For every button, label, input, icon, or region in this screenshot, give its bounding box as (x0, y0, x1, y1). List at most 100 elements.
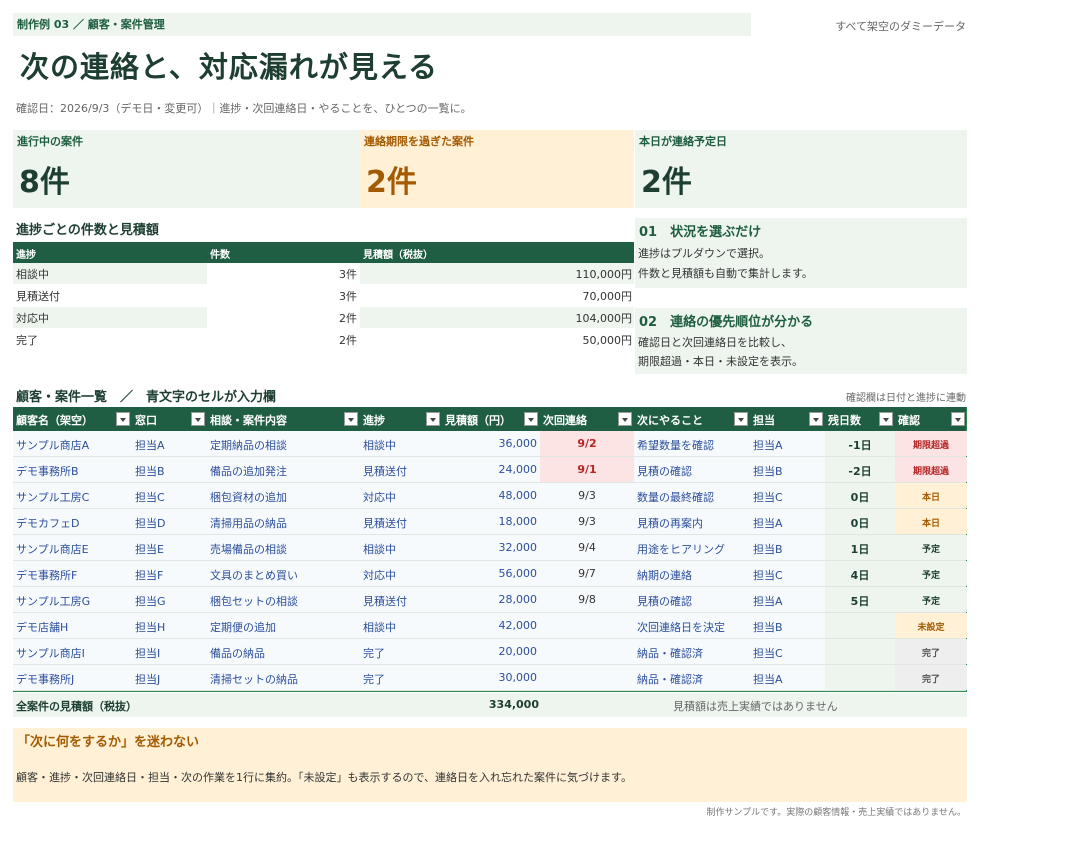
cell-content[interactable]: 定期納品の相談 (207, 431, 360, 456)
cell-check-status[interactable]: 完了 (895, 639, 967, 664)
cell-status[interactable]: 完了 (360, 639, 442, 664)
cell-days-left[interactable]: 1日 (825, 535, 895, 560)
cell-check-status[interactable]: 未設定 (895, 613, 967, 638)
cell-contact[interactable]: 担当G (132, 587, 207, 612)
cell-check-status[interactable]: 予定 (895, 561, 967, 586)
cell-contact[interactable]: 担当D (132, 509, 207, 534)
cell-amount[interactable]: 56,000 (442, 561, 540, 586)
summary-count[interactable]: 3件 (207, 263, 360, 284)
cell-amount[interactable]: 48,000 (442, 483, 540, 508)
table-row[interactable]: デモ店舗H 担当H 定期便の追加 相談中 42,000 次回連絡日を決定 担当B 未設定 (13, 613, 967, 639)
summary-row[interactable]: 完了 2件 50,000円 (13, 329, 634, 351)
cell-todo[interactable]: 用途をヒアリング (634, 535, 750, 560)
cell-next-contact[interactable]: 9/3 (540, 509, 634, 534)
cell-check-status[interactable]: 予定 (895, 535, 967, 560)
cell-todo[interactable]: 納品・確認済 (634, 665, 750, 690)
summary-status[interactable]: 相談中 (13, 263, 207, 284)
cell-check-status[interactable]: 予定 (895, 587, 967, 612)
cell-content[interactable]: 定期便の追加 (207, 613, 360, 638)
cell-days-left[interactable]: 0日 (825, 483, 895, 508)
cell-contact[interactable]: 担当I (132, 639, 207, 664)
summary-count[interactable]: 2件 (207, 329, 360, 350)
cell-check-status[interactable]: 期限超過 (895, 457, 967, 482)
cell-content[interactable]: 梱包セットの相談 (207, 587, 360, 612)
table-row[interactable]: デモ事務所F 担当F 文具のまとめ買い 対応中 56,000 9/7 納期の連絡 担当C 4日予… (13, 561, 967, 587)
cell-content[interactable]: 備品の納品 (207, 639, 360, 664)
summary-amount[interactable]: 104,000円 (360, 307, 634, 328)
cell-status[interactable]: 相談中 (360, 613, 442, 638)
cell-contact[interactable]: 担当J (132, 665, 207, 690)
cell-status[interactable]: 見積送付 (360, 457, 442, 482)
cell-days-left[interactable] (825, 665, 895, 690)
summary-amount[interactable]: 110,000円 (360, 263, 634, 284)
summary-amount[interactable]: 50,000円 (360, 329, 634, 350)
table-row[interactable]: デモ事務所J 担当J 清掃セットの納品 完了 30,000 納品・確認済 担当A 完了 (13, 665, 967, 691)
cell-contact[interactable]: 担当A (132, 431, 207, 456)
table-row[interactable]: サンプル工房G 担当G 梱包セットの相談 見積送付 28,000 9/8 見積の確認 担当A 5… (13, 587, 967, 613)
cell-amount[interactable]: 24,000 (442, 457, 540, 482)
filter-dropdown-icon[interactable] (734, 412, 748, 426)
table-row[interactable]: デモ事務所B 担当B 備品の追加発注 見積送付 24,000 9/1 見積の確認 担当B -2日… (13, 457, 967, 483)
cell-owner[interactable]: 担当A (750, 587, 825, 612)
table-row[interactable]: デモカフェD 担当D 清掃用品の納品 見積送付 18,000 9/3 見積の再案内 担当A 0日… (13, 509, 967, 535)
cell-amount[interactable]: 20,000 (442, 639, 540, 664)
cell-todo[interactable]: 次回連絡日を決定 (634, 613, 750, 638)
total-value[interactable]: 334,000 (443, 698, 539, 711)
cell-todo[interactable]: 納品・確認済 (634, 639, 750, 664)
filter-dropdown-icon[interactable] (344, 412, 358, 426)
cell-customer[interactable]: デモカフェD (13, 509, 132, 534)
cell-amount[interactable]: 30,000 (442, 665, 540, 690)
summary-count[interactable]: 3件 (207, 285, 360, 306)
filter-dropdown-icon[interactable] (951, 412, 965, 426)
cell-check-status[interactable]: 本日 (895, 483, 967, 508)
cell-contact[interactable]: 担当C (132, 483, 207, 508)
cell-status[interactable]: 見積送付 (360, 509, 442, 534)
filter-dropdown-icon[interactable] (116, 412, 130, 426)
cell-next-contact[interactable]: 9/2 (540, 431, 634, 456)
cell-next-contact[interactable]: 9/3 (540, 483, 634, 508)
cell-days-left[interactable] (825, 613, 895, 638)
filter-dropdown-icon[interactable] (618, 412, 632, 426)
cell-contact[interactable]: 担当H (132, 613, 207, 638)
cell-owner[interactable]: 担当B (750, 457, 825, 482)
page-subtitle[interactable]: 確認日：2026/9/3（デモ日・変更可）｜進捗・次回連絡日・やることを、ひとつ… (16, 100, 472, 116)
cell-owner[interactable]: 担当A (750, 509, 825, 534)
table-row[interactable]: サンプル商店I 担当I 備品の納品 完了 20,000 納品・確認済 担当C 完了 (13, 639, 967, 665)
cell-next-contact[interactable]: 9/8 (540, 587, 634, 612)
cell-contact[interactable]: 担当F (132, 561, 207, 586)
cell-days-left[interactable]: 5日 (825, 587, 895, 612)
summary-row[interactable]: 対応中 2件 104,000円 (13, 307, 634, 329)
cell-customer[interactable]: サンプル工房G (13, 587, 132, 612)
filter-dropdown-icon[interactable] (426, 412, 440, 426)
cell-content[interactable]: 梱包資材の追加 (207, 483, 360, 508)
summary-row[interactable]: 相談中 3件 110,000円 (13, 263, 634, 285)
cell-owner[interactable]: 担当A (750, 431, 825, 456)
cell-status[interactable]: 相談中 (360, 535, 442, 560)
cell-amount[interactable]: 18,000 (442, 509, 540, 534)
cell-status[interactable]: 完了 (360, 665, 442, 690)
cell-days-left[interactable]: -1日 (825, 431, 895, 456)
filter-dropdown-icon[interactable] (191, 412, 205, 426)
cell-customer[interactable]: デモ事務所F (13, 561, 132, 586)
cell-contact[interactable]: 担当B (132, 457, 207, 482)
cell-owner[interactable]: 担当B (750, 535, 825, 560)
cell-next-contact[interactable] (540, 639, 634, 664)
cell-contact[interactable]: 担当E (132, 535, 207, 560)
cell-amount[interactable]: 28,000 (442, 587, 540, 612)
filter-dropdown-icon[interactable] (879, 412, 893, 426)
cell-todo[interactable]: 納期の連絡 (634, 561, 750, 586)
summary-status[interactable]: 完了 (13, 329, 207, 350)
cell-customer[interactable]: デモ事務所J (13, 665, 132, 690)
cell-todo[interactable]: 希望数量を確認 (634, 431, 750, 456)
cell-check-status[interactable]: 完了 (895, 665, 967, 690)
cell-days-left[interactable]: 0日 (825, 509, 895, 534)
cell-owner[interactable]: 担当A (750, 665, 825, 690)
cell-todo[interactable]: 見積の確認 (634, 457, 750, 482)
summary-amount[interactable]: 70,000円 (360, 285, 634, 306)
filter-dropdown-icon[interactable] (809, 412, 823, 426)
cell-next-contact[interactable]: 9/4 (540, 535, 634, 560)
cell-todo[interactable]: 数量の最終確認 (634, 483, 750, 508)
cell-customer[interactable]: デモ店舗H (13, 613, 132, 638)
cell-next-contact[interactable] (540, 665, 634, 690)
cell-owner[interactable]: 担当C (750, 639, 825, 664)
